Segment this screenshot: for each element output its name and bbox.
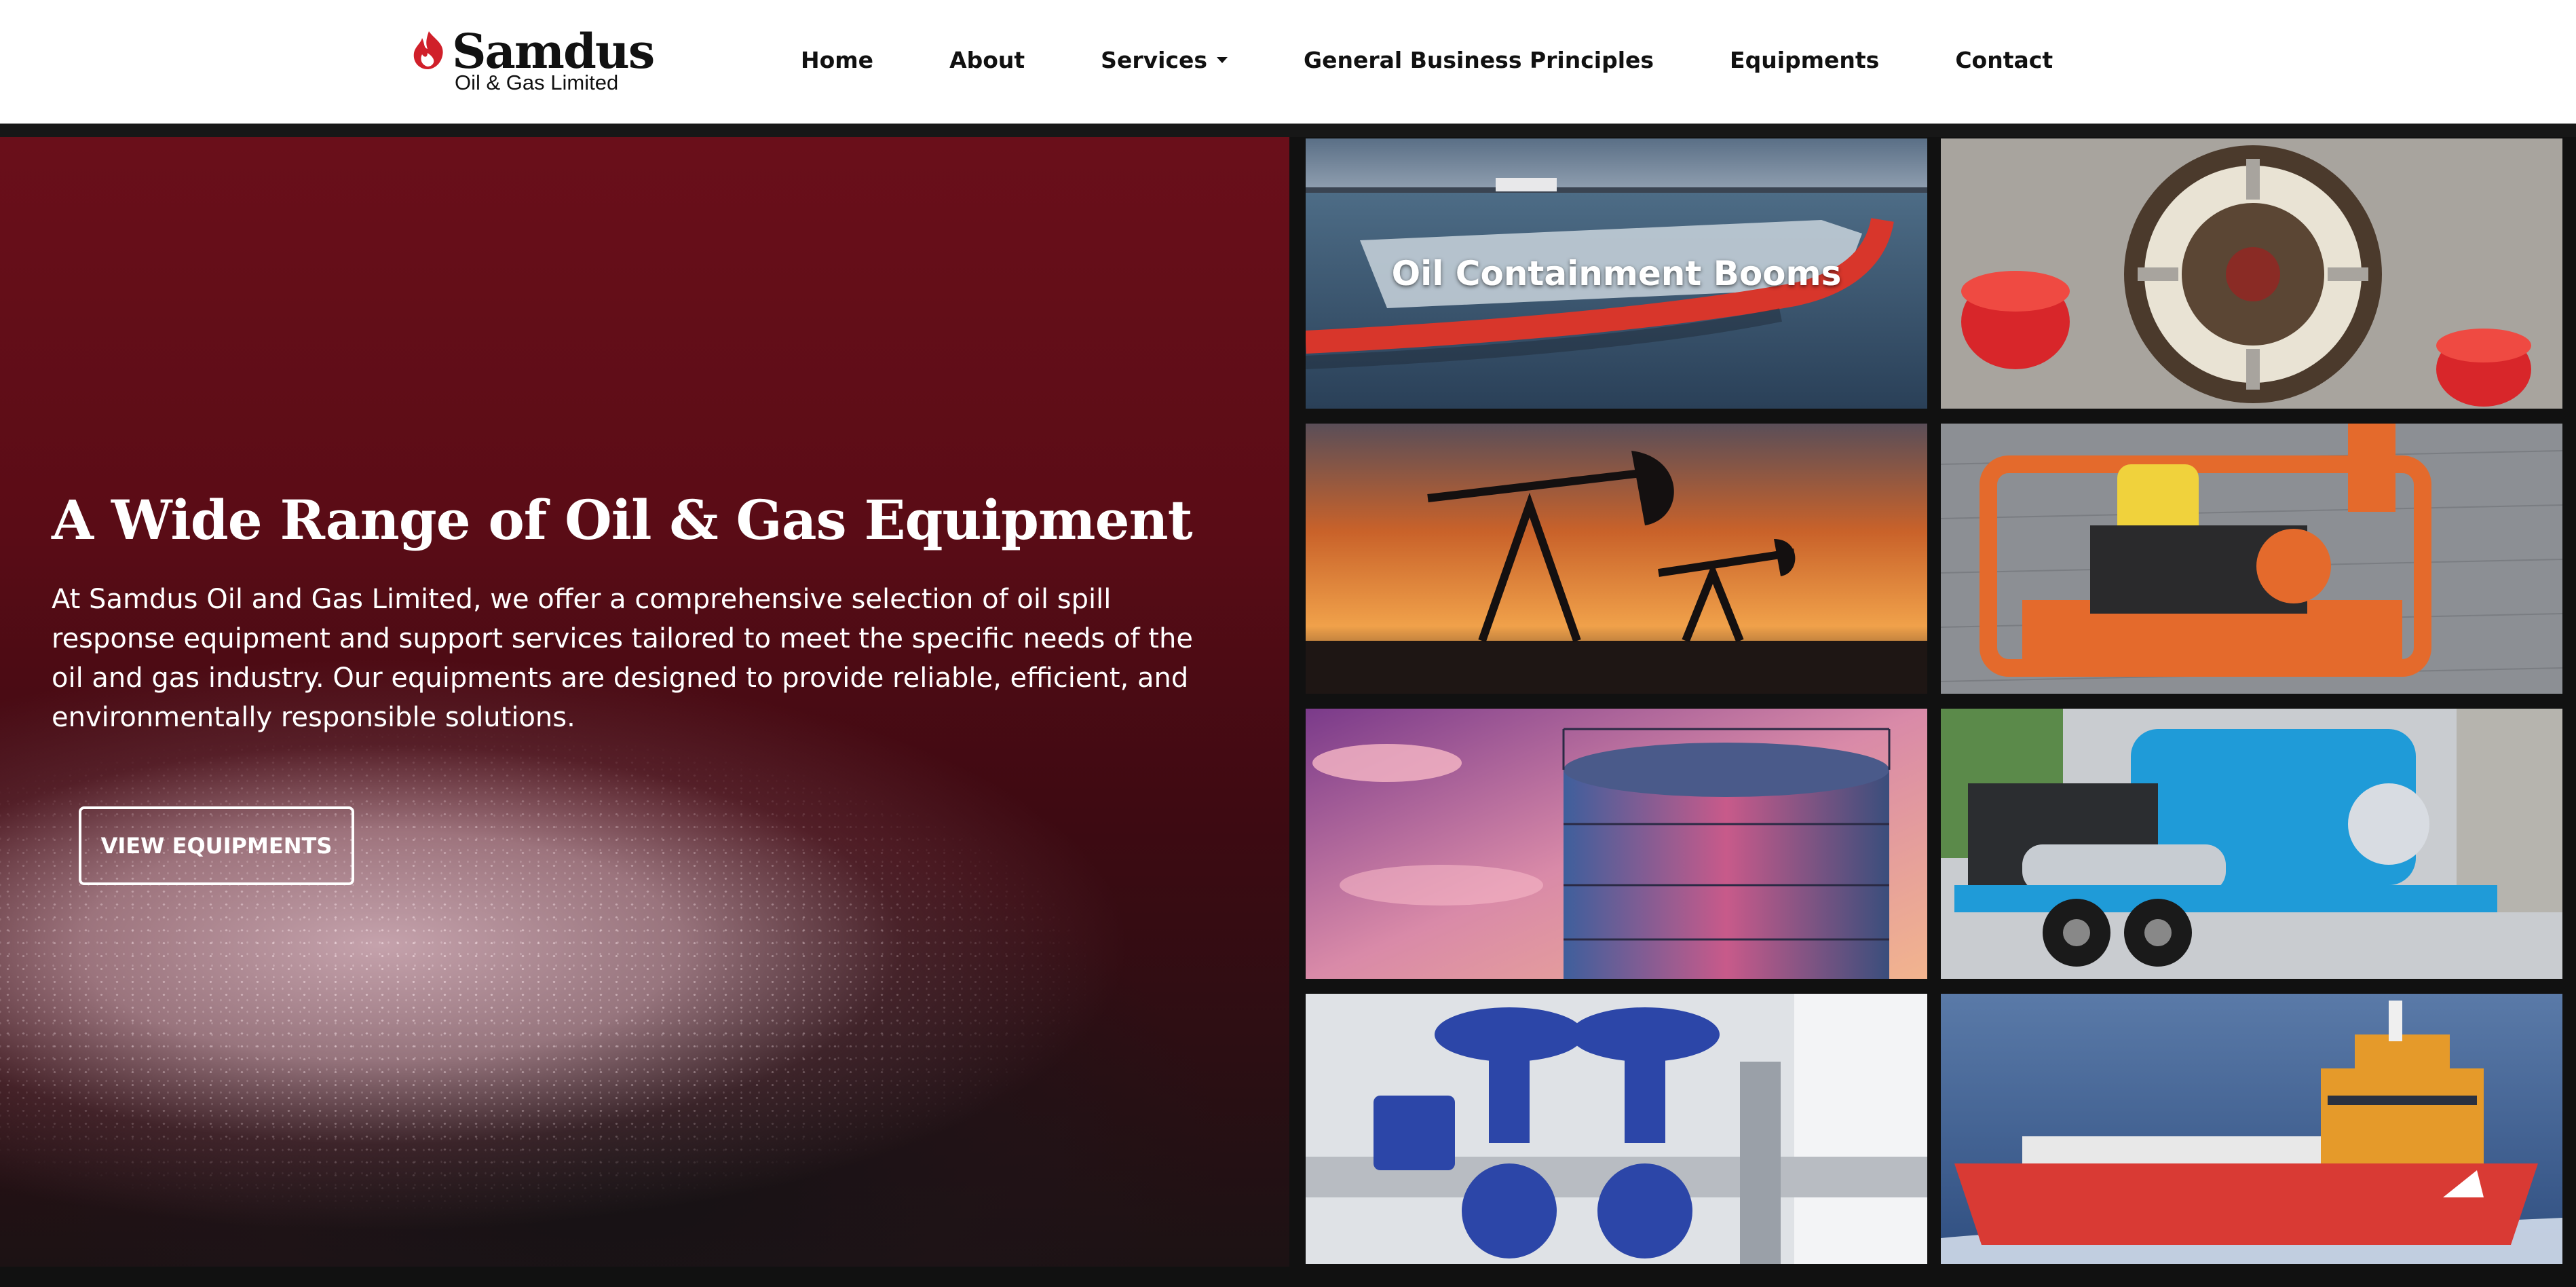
nav-services-label: Services xyxy=(1101,46,1208,73)
site-logo[interactable]: Samdus Oil & Gas Limited xyxy=(407,24,655,99)
gallery-caption: Oil Containment Booms xyxy=(1391,254,1842,293)
hero-section: A Wide Range of Oil & Gas Equipment At S… xyxy=(0,137,1289,1267)
gallery-tile-oil-containment-booms[interactable]: Oil Containment Booms xyxy=(1306,138,1927,409)
nav-about-label: About xyxy=(949,46,1025,73)
nav-equipments-label: Equipments xyxy=(1730,46,1880,73)
gallery-tile-storage-tank[interactable] xyxy=(1306,709,1927,979)
orange-pump-unit-image xyxy=(1941,424,2562,694)
support-vessel-image xyxy=(1941,994,2562,1264)
vacuum-trailer-image xyxy=(1941,709,2562,979)
gallery-tile-support-vessel[interactable] xyxy=(1941,994,2562,1264)
control-valves-image xyxy=(1306,994,1927,1264)
nav-home[interactable]: Home xyxy=(801,47,873,73)
gallery-tile-pump-unit[interactable] xyxy=(1941,424,2562,694)
site-header: Samdus Oil & Gas Limited Home About Serv… xyxy=(0,0,2576,124)
gallery-tile-vacuum-truck[interactable] xyxy=(1941,709,2562,979)
nav-gbp-label: General Business Principles xyxy=(1304,46,1654,73)
flame-logo-icon xyxy=(413,31,443,69)
nav-home-label: Home xyxy=(801,46,874,73)
nav-equipments[interactable]: Equipments xyxy=(1730,47,1879,73)
nav-general-business-principles[interactable]: General Business Principles xyxy=(1304,47,1654,73)
gallery-tile-pumpjacks[interactable] xyxy=(1306,424,1927,694)
main-nav: Home About Services General Business Pri… xyxy=(801,38,2053,81)
hero-title: A Wide Range of Oil & Gas Equipment xyxy=(52,488,1193,552)
storage-tank-image xyxy=(1306,709,1927,979)
logo-tagline: Oil & Gas Limited xyxy=(455,71,619,94)
nav-contact[interactable]: Contact xyxy=(1955,47,2053,73)
header-divider xyxy=(0,124,2576,137)
gallery-tile-valves[interactable] xyxy=(1306,994,1927,1264)
caret-down-icon xyxy=(1217,56,1228,63)
nav-contact-label: Contact xyxy=(1955,46,2053,73)
view-equipments-button[interactable]: VIEW EQUIPMENTS xyxy=(79,806,354,885)
skimmer-image xyxy=(1941,138,2562,409)
nav-services-dropdown[interactable]: Services xyxy=(1101,47,1228,73)
hero-description: At Samdus Oil and Gas Limited, we offer … xyxy=(52,584,1193,733)
gallery-tile-skimmer[interactable] xyxy=(1941,138,2562,409)
pumpjack-sunset-image xyxy=(1306,424,1927,694)
nav-about[interactable]: About xyxy=(949,47,1025,73)
